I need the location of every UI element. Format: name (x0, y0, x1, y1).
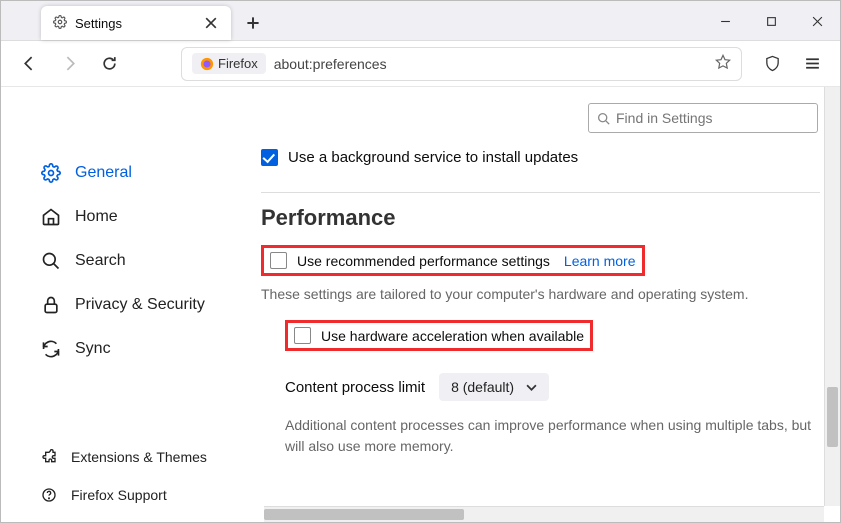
close-window-button[interactable] (794, 1, 840, 41)
recommended-desc: These settings are tailored to your comp… (261, 286, 820, 302)
sidebar-item-extensions[interactable]: Extensions & Themes (31, 440, 241, 474)
sidebar-item-label: Firefox Support (71, 487, 167, 503)
use-recommended-label: Use recommended performance settings (297, 253, 550, 269)
hw-accel-label: Use hardware acceleration when available (321, 328, 584, 344)
firefox-logo-icon (200, 57, 214, 71)
maximize-button[interactable] (748, 1, 794, 41)
url-text[interactable]: about:preferences (274, 56, 707, 72)
content-process-select[interactable]: 8 (default) (439, 373, 549, 401)
content-process-row: Content process limit 8 (default) (285, 373, 820, 401)
new-tab-button[interactable] (239, 9, 267, 37)
section-divider (261, 192, 820, 193)
background-updates-checkbox[interactable] (261, 149, 278, 166)
use-recommended-checkbox[interactable] (270, 252, 287, 269)
settings-pane: Use a background service to install upda… (241, 143, 840, 522)
identity-box[interactable]: Firefox (192, 53, 266, 74)
help-icon (41, 487, 57, 503)
tab-label: Settings (75, 16, 195, 31)
app-menu-button[interactable] (796, 48, 828, 80)
tab-strip: Settings (1, 1, 267, 40)
lock-icon (41, 295, 61, 315)
sidebar: General Home Search Privacy & Security S… (1, 143, 241, 522)
gear-icon (41, 163, 61, 183)
sidebar-item-label: General (75, 164, 132, 182)
background-updates-label: Use a background service to install upda… (288, 149, 578, 166)
background-updates-row: Use a background service to install upda… (261, 149, 820, 166)
sidebar-item-general[interactable]: General (31, 153, 241, 193)
preferences-content: General Home Search Privacy & Security S… (1, 87, 840, 522)
toolbar: Firefox about:preferences (1, 41, 840, 87)
chevron-down-icon (526, 382, 537, 393)
sidebar-item-privacy[interactable]: Privacy & Security (31, 285, 241, 325)
learn-more-link[interactable]: Learn more (564, 253, 636, 269)
sidebar-item-home[interactable]: Home (31, 197, 241, 237)
forward-button[interactable] (53, 48, 85, 80)
content-process-label: Content process limit (285, 379, 425, 396)
gear-icon (53, 15, 67, 32)
vertical-scrollbar[interactable] (824, 87, 840, 506)
content-process-value: 8 (default) (451, 379, 514, 395)
sidebar-item-support[interactable]: Firefox Support (31, 478, 241, 512)
shield-icon-button[interactable] (756, 48, 788, 80)
content-process-note: Additional content processes can improve… (285, 415, 820, 457)
home-icon (41, 207, 61, 227)
sidebar-item-label: Home (75, 208, 118, 226)
scrollbar-thumb[interactable] (827, 387, 838, 447)
sidebar-item-label: Privacy & Security (75, 296, 205, 314)
title-bar: Settings (1, 1, 840, 41)
sync-icon (41, 339, 61, 359)
sidebar-item-sync[interactable]: Sync (31, 329, 241, 369)
bookmark-star-icon[interactable] (715, 54, 731, 73)
sidebar-item-search[interactable]: Search (31, 241, 241, 281)
find-in-settings[interactable] (588, 103, 818, 133)
minimize-button[interactable] (702, 1, 748, 41)
puzzle-icon (41, 449, 57, 465)
horizontal-scrollbar[interactable] (264, 506, 824, 522)
performance-heading: Performance (261, 205, 820, 231)
scrollbar-thumb[interactable] (264, 509, 464, 520)
identity-label: Firefox (218, 56, 258, 71)
reload-button[interactable] (93, 48, 125, 80)
recommended-settings-highlight: Use recommended performance settings Lea… (261, 245, 645, 276)
hw-accel-highlight: Use hardware acceleration when available (285, 320, 593, 351)
search-icon (41, 251, 61, 271)
close-tab-button[interactable] (203, 15, 219, 31)
find-input[interactable] (616, 110, 809, 126)
search-icon (597, 112, 610, 125)
sidebar-item-label: Extensions & Themes (71, 449, 207, 465)
sidebar-item-label: Search (75, 252, 126, 270)
hw-accel-checkbox[interactable] (294, 327, 311, 344)
window-controls (702, 1, 840, 41)
tab-settings[interactable]: Settings (41, 6, 231, 40)
url-bar[interactable]: Firefox about:preferences (181, 47, 742, 81)
back-button[interactable] (13, 48, 45, 80)
sidebar-item-label: Sync (75, 340, 111, 358)
